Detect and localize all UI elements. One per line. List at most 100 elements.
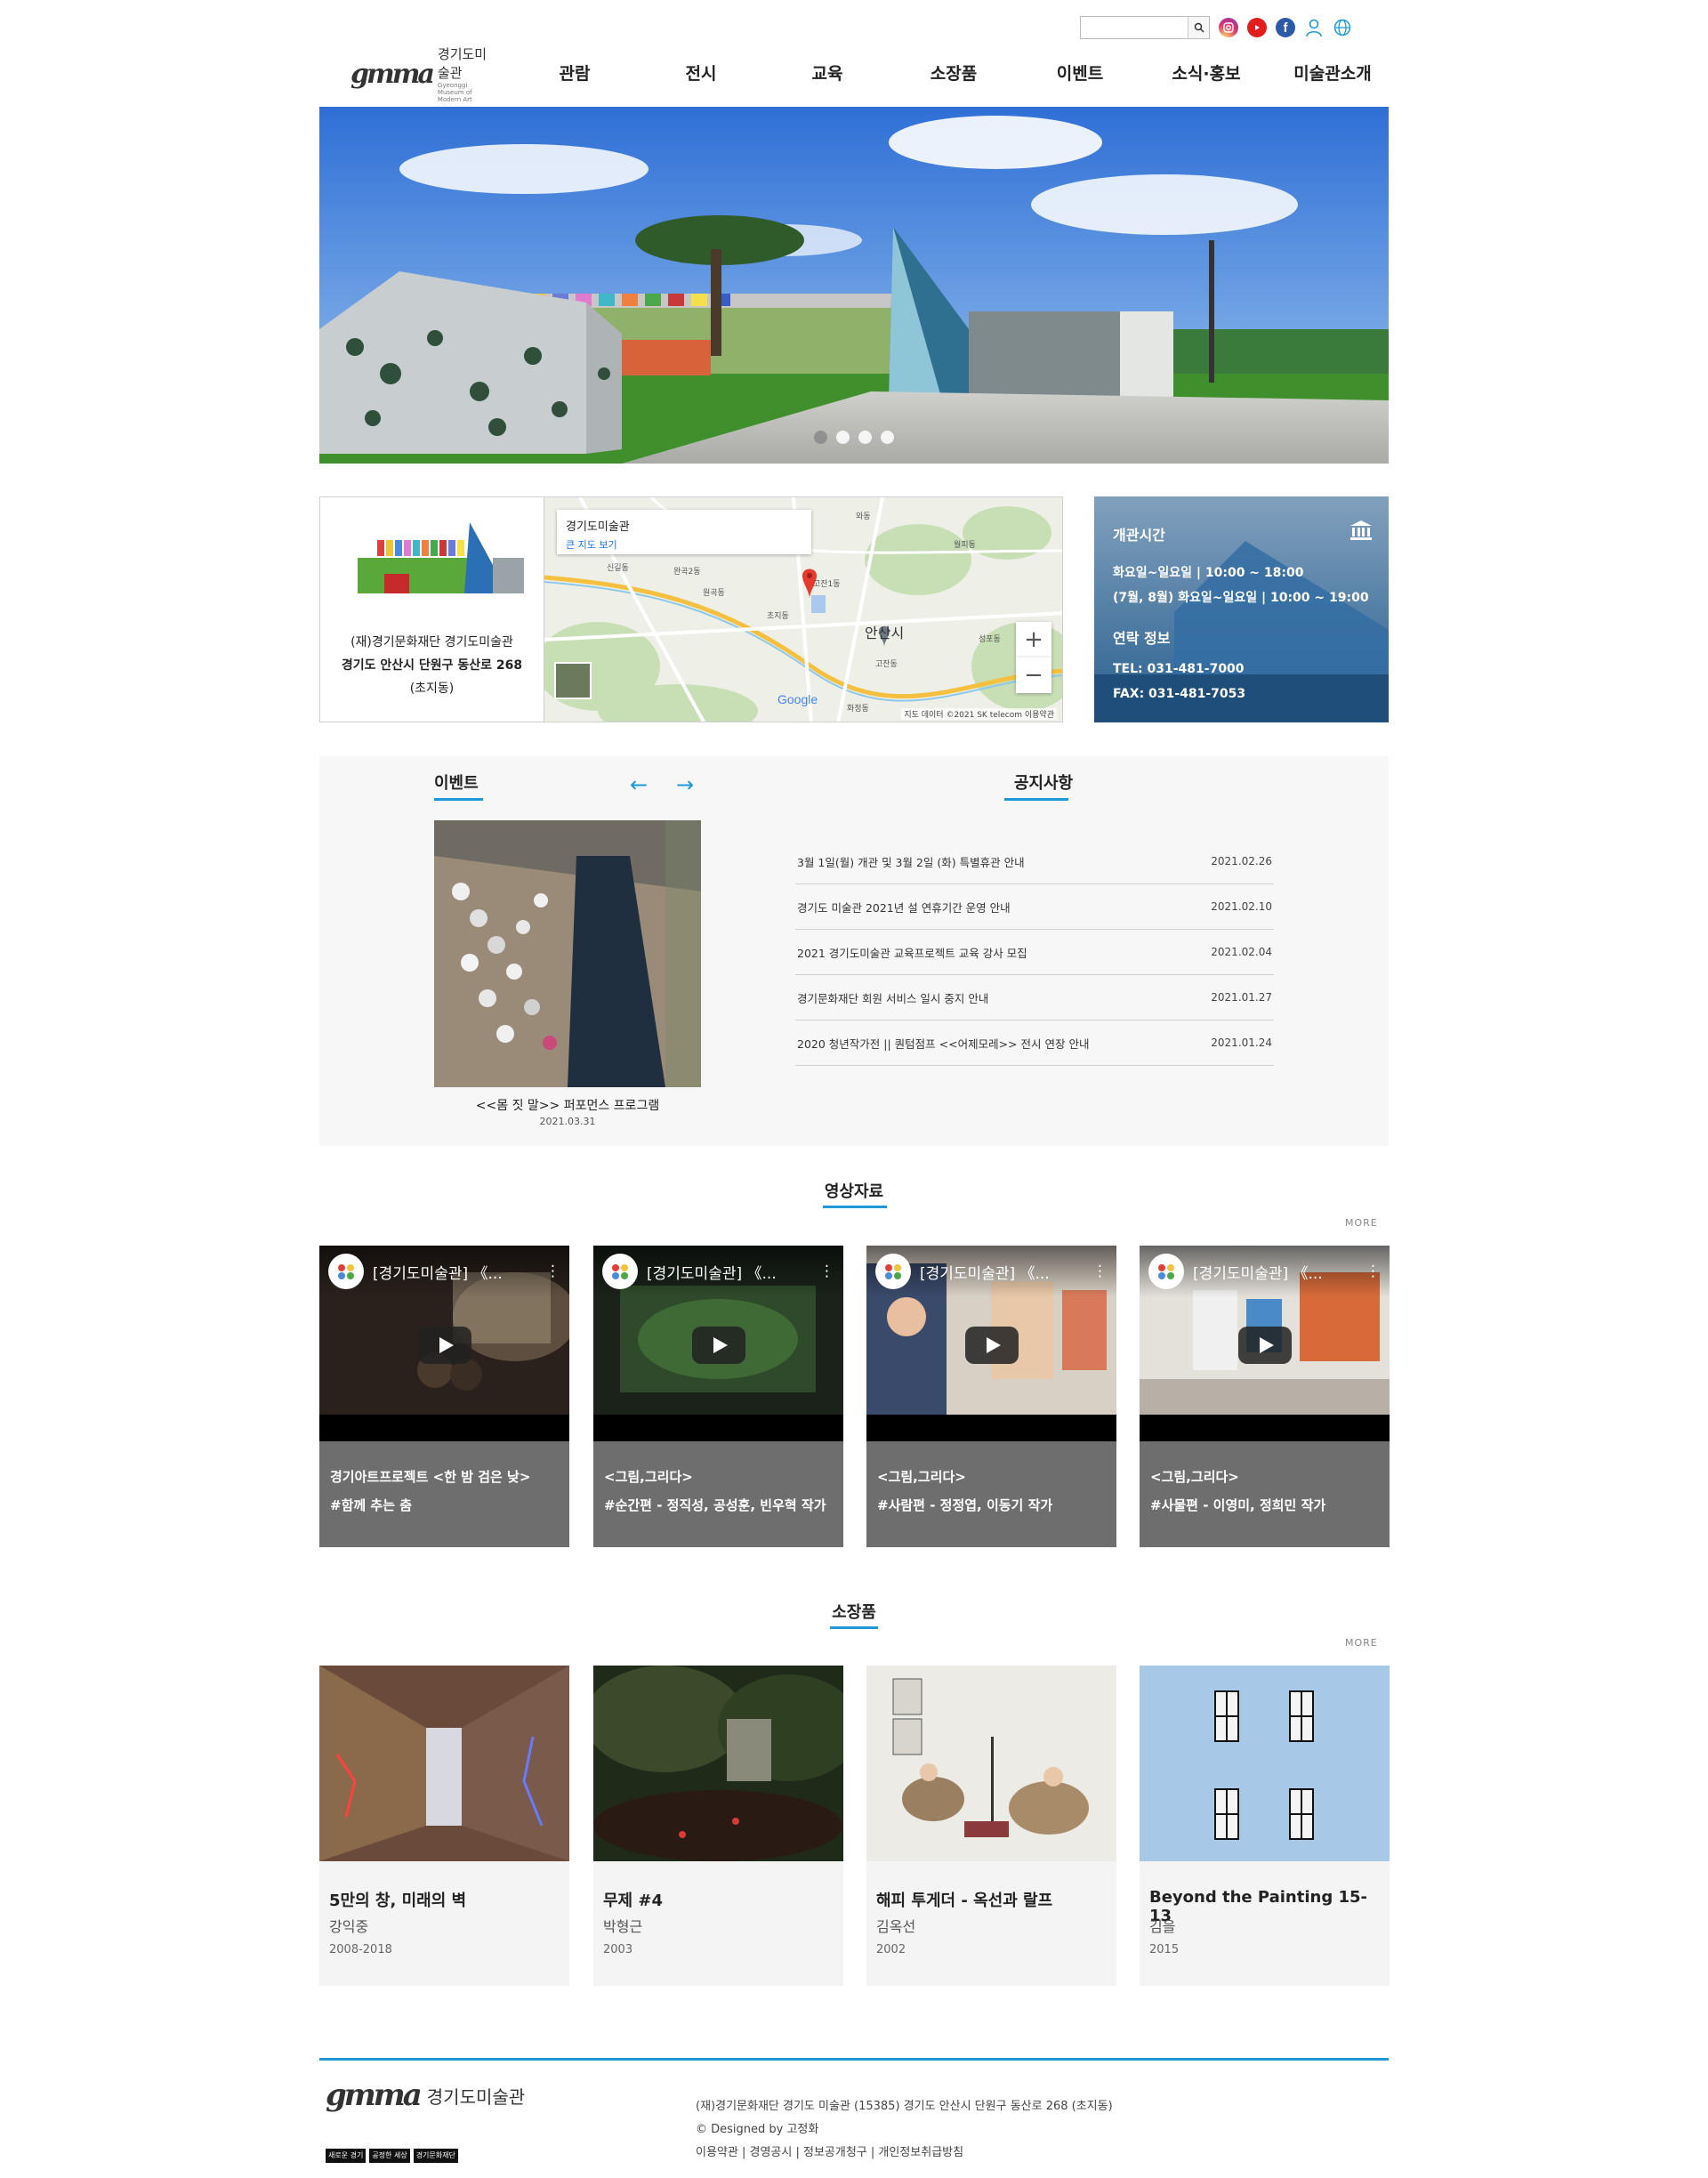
nav-item-education[interactable]: 교육 [764, 60, 890, 85]
footer-link-disclosure[interactable]: 경영공시 [750, 2146, 793, 2159]
event-thumbnail[interactable] [434, 820, 701, 1087]
video-caption-line-1: <그림,그리다> [877, 1469, 966, 1485]
collection-artist: 김옥선 [876, 1918, 916, 1935]
notice-title: 2020 청년작가전 || 퀀텀점프 <<어제모레>> 전시 연장 안내 [797, 1037, 1090, 1051]
instagram-icon[interactable] [1219, 18, 1238, 37]
play-button-icon[interactable] [1238, 1327, 1292, 1364]
map-label: 와동 [856, 511, 871, 521]
map-label: 원곡동 [703, 588, 725, 598]
youtube-video-title: [경기도미술관] 《... [1193, 1264, 1323, 1283]
youtube-icon[interactable] [1247, 18, 1267, 37]
google-logo: Google [777, 692, 818, 706]
search-input[interactable] [1081, 17, 1188, 38]
video-caption-line-2: #함께 추는 춤 [330, 1497, 413, 1513]
collection-card[interactable]: 무제 #4 박형근 2003 [593, 1666, 843, 1986]
event-item-title[interactable]: <<몸 짓 말>> 퍼포먼스 프로그램 [399, 1096, 736, 1114]
footer-badge[interactable]: 새로운 경기 [326, 2149, 367, 2163]
more-vert-icon[interactable]: ⋮ [1092, 1262, 1108, 1280]
hours-card: 개관시간 화요일~일요일 | 10:00 ~ 18:00 (7월, 8월) 화요… [1094, 496, 1389, 722]
globe-icon[interactable] [1333, 18, 1352, 37]
map-label: 완곡2동 [673, 567, 701, 577]
notice-row[interactable]: 경기도 미술관 2021년 설 연휴기간 운영 안내 2021.02.10 [795, 884, 1274, 930]
map-label: 고잔동 [875, 659, 898, 669]
event-prev-arrow-icon[interactable]: ← [630, 772, 648, 797]
notice-row[interactable]: 2020 청년작가전 || 퀀텀점프 <<어제모레>> 전시 연장 안내 2021… [795, 1020, 1274, 1066]
footer-badge[interactable]: 공정한 세상 [369, 2149, 410, 2163]
more-vert-icon[interactable]: ⋮ [819, 1262, 834, 1280]
nav-item-event[interactable]: 이벤트 [1017, 60, 1143, 85]
notice-title: 2021 경기도미술관 교육프로젝트 교육 강사 모집 [797, 946, 1027, 960]
hero-dot-4[interactable] [881, 431, 894, 444]
notice-title-underline [1004, 798, 1068, 801]
video-card[interactable]: [경기도미술관] 《... ⋮ <그림,그리다> #사물편 - 이영미, 정희민 작… [1140, 1246, 1390, 1547]
utility-bar: f [1080, 16, 1352, 39]
contact-fax: FAX: 031-481-7053 [1113, 687, 1246, 701]
footer-divider [319, 2058, 1389, 2061]
video-thumbnail[interactable]: [경기도미술관] 《... ⋮ [1140, 1246, 1390, 1441]
video-caption-line-1: <그림,그리다> [1150, 1469, 1239, 1485]
collection-more-link[interactable]: MORE [1345, 1637, 1378, 1649]
video-thumbnail[interactable]: [경기도미술관] 《... ⋮ [866, 1246, 1116, 1441]
footer-logo[interactable]: gmma 경기도미술관 [326, 2077, 525, 2113]
hero-dot-2[interactable] [836, 431, 850, 444]
footer-link-privacy[interactable]: 개인정보취급방침 [878, 2146, 963, 2159]
address-line-3: (초지동) [409, 682, 455, 696]
play-button-icon[interactable] [965, 1327, 1019, 1364]
map-label: 월피동 [954, 539, 976, 550]
more-vert-icon[interactable]: ⋮ [1366, 1262, 1381, 1280]
event-next-arrow-icon[interactable]: → [676, 772, 694, 797]
facebook-icon[interactable]: f [1276, 18, 1295, 37]
nav-item-visit[interactable]: 관람 [512, 60, 638, 85]
hero-slider[interactable] [319, 107, 1389, 464]
notice-row[interactable]: 2021 경기도미술관 교육프로젝트 교육 강사 모집 2021.02.04 [795, 930, 1274, 975]
search-button[interactable] [1188, 17, 1209, 38]
nav-item-news[interactable]: 소식·홍보 [1143, 60, 1269, 85]
notice-row[interactable]: 3월 1일(월) 개관 및 3월 2일 (화) 특별휴관 안내 2021.02.2… [795, 839, 1274, 884]
map-attribution: 지도 데이터 ©2021 SK telecom 이용약관 [901, 708, 1057, 720]
footer-link-terms[interactable]: 이용약관 [696, 2146, 738, 2159]
footer-separator: | [737, 2146, 750, 2159]
map-label: 고잔1동 [813, 579, 841, 589]
event-notice-section: 이벤트 ← → <<몸 짓 말>> 퍼포먼스 프로그램 2021.03.31 공… [319, 756, 1389, 1146]
video-more-link[interactable]: MORE [1345, 1217, 1378, 1229]
collection-card[interactable]: 해피 투게더 - 옥선과 랄프 김옥선 2002 [866, 1666, 1116, 1986]
site-logo[interactable]: gmma 경기도미술관 Gyeonggi Museum of Modern Ar… [350, 46, 493, 103]
map-popup: 경기도미술관 큰 지도 보기 [557, 510, 811, 554]
zoom-in-button[interactable]: + [1016, 622, 1051, 657]
notice-title: 경기문화재단 회원 서비스 일시 중지 안내 [797, 991, 989, 1005]
nav-item-exhibition[interactable]: 전시 [638, 60, 764, 85]
nav-item-collection[interactable]: 소장품 [890, 60, 1017, 85]
main-nav: 관람 전시 교육 소장품 이벤트 소식·홍보 미술관소개 [512, 60, 1396, 85]
collection-card[interactable]: 5만의 창, 미래의 벽 강익중 2008-2018 [319, 1666, 569, 1986]
more-vert-icon[interactable]: ⋮ [545, 1262, 560, 1280]
user-icon[interactable] [1304, 18, 1324, 37]
contact-tel: TEL: 031-481-7000 [1113, 662, 1245, 676]
video-caption-line-1: <그림,그리다> [604, 1469, 693, 1485]
collection-year: 2008-2018 [329, 1943, 392, 1956]
nav-item-about[interactable]: 미술관소개 [1269, 60, 1396, 85]
notice-section-title: 공지사항 [1013, 774, 1074, 793]
event-title-underline [434, 798, 483, 801]
video-thumbnail[interactable]: [경기도미술관] 《... ⋮ [593, 1246, 843, 1441]
play-button-icon[interactable] [418, 1327, 471, 1364]
notice-list: 3월 1일(월) 개관 및 3월 2일 (화) 특별휴관 안내 2021.02.2… [795, 839, 1274, 1066]
zoom-out-button[interactable]: − [1016, 657, 1051, 693]
footer-badge[interactable]: 경기문화재단 [413, 2149, 458, 2163]
footer-separator: | [792, 2146, 803, 2159]
footer-link-info-request[interactable]: 정보공개청구 [803, 2146, 867, 2159]
hero-dot-1[interactable] [814, 431, 827, 444]
video-card[interactable]: [경기도미술관] 《... ⋮ 경기아트프로젝트 <한 밤 검은 낮> #함께 추는… [319, 1246, 569, 1547]
address-line-1: (재)경기문화재단 경기도미술관 [350, 635, 513, 649]
hero-dot-3[interactable] [858, 431, 872, 444]
address-line-2: 경기도 안산시 단원구 동산로 268 [341, 658, 523, 673]
video-card[interactable]: [경기도미술관] 《... ⋮ <그림,그리다> #사람편 - 정정엽, 이동기 작… [866, 1246, 1116, 1547]
video-card[interactable]: [경기도미술관] 《... ⋮ <그림,그리다> #순간편 - 정직성, 공성훈, … [593, 1246, 843, 1547]
location-map[interactable]: 신길동 완곡2동 원곡동 고잔1동 안산시 초지동 고잔동 월피동 성포동 와동… [544, 496, 1063, 722]
view-larger-map-link[interactable]: 큰 지도 보기 [566, 537, 802, 552]
play-button-icon[interactable] [692, 1327, 745, 1364]
collection-title: 해피 투게더 - 옥선과 랄프 [876, 1892, 1053, 1910]
notice-row[interactable]: 경기문화재단 회원 서비스 일시 중지 안내 2021.01.27 [795, 975, 1274, 1020]
video-thumbnail[interactable]: [경기도미술관] 《... ⋮ [319, 1246, 569, 1441]
address-card: (재)경기문화재단 경기도미술관 경기도 안산시 단원구 동산로 268 (초지… [319, 496, 544, 722]
collection-card[interactable]: Beyond the Painting 15-13 김을 2015 [1140, 1666, 1390, 1986]
